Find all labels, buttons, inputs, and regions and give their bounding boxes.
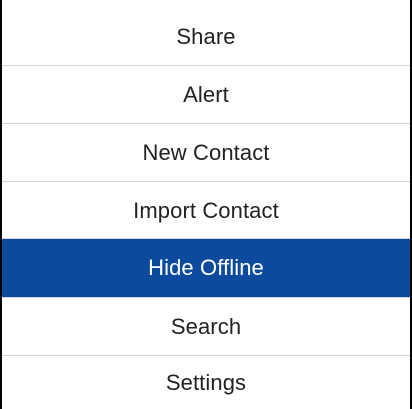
- menu-item-label: Alert: [183, 81, 229, 107]
- menu-item-label: Search: [170, 313, 242, 339]
- menu-item-hide-offline[interactable]: Hide Offline: [2, 239, 410, 297]
- menu-item-new-contact[interactable]: New Contact: [2, 124, 410, 181]
- menu-item-alert[interactable]: Alert: [2, 66, 410, 123]
- menu-item-import-contact[interactable]: Import Contact: [2, 182, 410, 239]
- menu-item-label: Hide Offline: [148, 255, 264, 280]
- menu-item-search[interactable]: Search: [2, 298, 410, 355]
- menu-item-share[interactable]: Share: [2, 8, 410, 65]
- menu-item-label: Settings: [165, 369, 247, 395]
- options-menu: Share Alert New Contact Import Contact H…: [0, 0, 412, 409]
- menu-item-label: New Contact: [142, 139, 270, 165]
- menu-item-settings[interactable]: Settings: [2, 356, 410, 409]
- menu-item-label: Share: [176, 23, 236, 49]
- menu-item-label: Import Contact: [133, 197, 279, 223]
